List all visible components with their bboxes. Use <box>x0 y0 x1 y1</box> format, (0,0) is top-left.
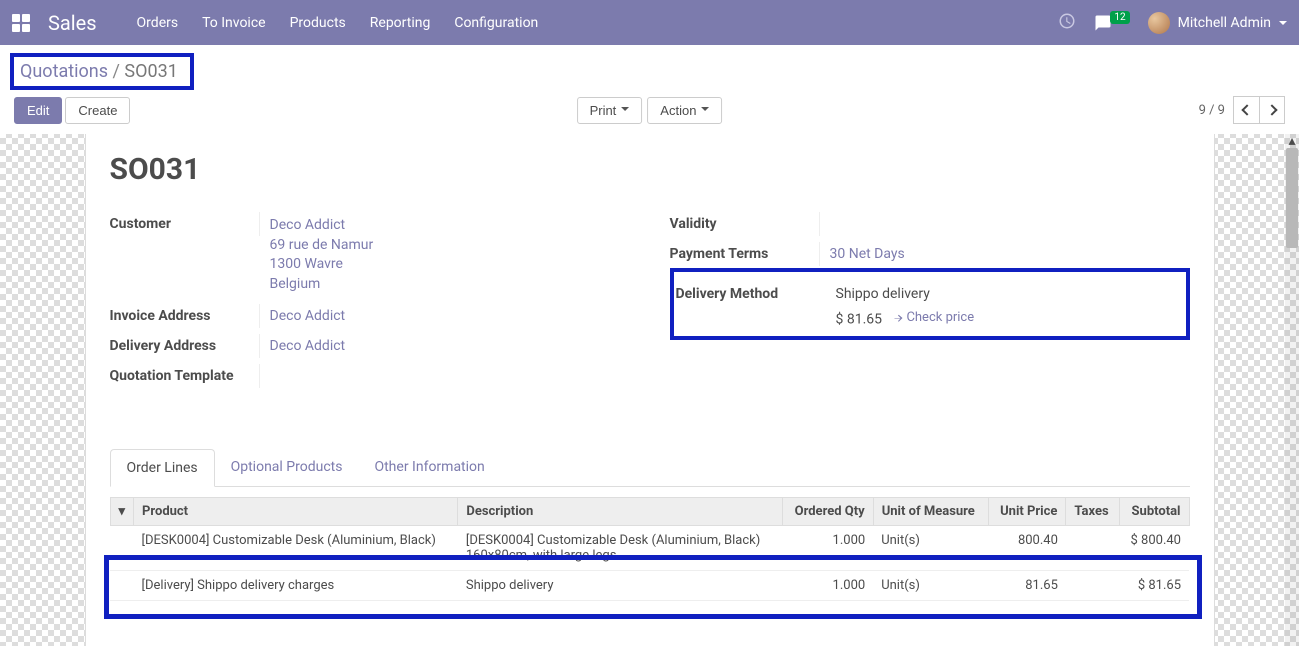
th-unit-price[interactable]: Unit Price <box>988 498 1066 526</box>
value-customer: Deco Addict 69 rue de Namur 1300 Wavre B… <box>260 212 630 298</box>
breadcrumb-highlight: Quotations / SO031 <box>10 53 194 90</box>
check-price-link[interactable]: Check price <box>892 310 974 325</box>
edit-button[interactable]: Edit <box>14 97 62 124</box>
top-navbar: Sales Orders To Invoice Products Reporti… <box>0 0 1299 45</box>
invoice-address-link[interactable]: Deco Addict <box>270 308 346 324</box>
label-delivery-address: Delivery Address <box>110 334 260 358</box>
tab-order-lines[interactable]: Order Lines <box>110 449 215 487</box>
label-validity: Validity <box>670 212 820 236</box>
label-delivery-method: Delivery Method <box>676 282 826 306</box>
label-quotation-template: Quotation Template <box>110 364 260 388</box>
caret-down-icon <box>621 107 629 115</box>
create-button[interactable]: Create <box>65 97 130 124</box>
tabs: Order Lines Optional Products Other Info… <box>110 449 1190 487</box>
scroll-thumb[interactable] <box>1286 148 1298 248</box>
app-brand[interactable]: Sales <box>48 11 97 35</box>
delivery-method-name: Shippo delivery <box>836 286 1174 302</box>
scroll-up-arrow[interactable]: ▴ <box>1285 134 1299 148</box>
value-validity <box>820 212 1190 220</box>
delivery-method-highlight: Delivery Method Shippo delivery $ 81.65 … <box>670 268 1190 340</box>
caret-down-icon <box>1279 21 1287 29</box>
value-quotation-template <box>260 364 630 372</box>
scrollbar[interactable]: ▴ <box>1285 134 1299 646</box>
label-payment-terms: Payment Terms <box>670 242 820 266</box>
delivery-method-price: $ 81.65 <box>836 312 883 328</box>
chevron-right-icon <box>1266 104 1277 115</box>
delivery-address-link[interactable]: Deco Addict <box>270 338 346 354</box>
payment-terms-link[interactable]: 30 Net Days <box>830 246 905 262</box>
arrow-right-icon <box>892 312 904 324</box>
avatar <box>1148 12 1170 34</box>
delivery-row-highlight <box>104 555 1202 619</box>
pager-text: 9 / 9 <box>1199 103 1225 118</box>
control-bar: Quotations / SO031 Edit Create Print Act… <box>0 45 1299 134</box>
pager-next-button[interactable] <box>1259 96 1285 124</box>
th-taxes[interactable]: Taxes <box>1066 498 1120 526</box>
nav-orders[interactable]: Orders <box>137 15 179 31</box>
breadcrumb: Quotations / SO031 <box>20 61 178 82</box>
clock-icon[interactable] <box>1058 12 1076 34</box>
chevron-left-icon <box>1241 104 1252 115</box>
record-title: SO031 <box>110 152 1190 187</box>
sheet-background: SO031 Customer Deco Addict 69 rue de Nam… <box>0 134 1299 646</box>
apps-icon[interactable] <box>12 14 30 32</box>
nav-reporting[interactable]: Reporting <box>370 15 431 31</box>
th-product[interactable]: Product <box>134 498 458 526</box>
chat-badge: 12 <box>1110 11 1129 24</box>
user-menu[interactable]: Mitchell Admin <box>1148 12 1287 34</box>
th-uom[interactable]: Unit of Measure <box>873 498 988 526</box>
th-ordered-qty[interactable]: Ordered Qty <box>782 498 873 526</box>
th-description[interactable]: Description <box>458 498 782 526</box>
nav-to-invoice[interactable]: To Invoice <box>202 15 266 31</box>
customer-name-link[interactable]: Deco Addict <box>270 216 620 236</box>
print-dropdown[interactable]: Print <box>577 97 643 124</box>
th-subtotal[interactable]: Subtotal <box>1119 498 1189 526</box>
label-customer: Customer <box>110 212 260 236</box>
tab-other-information[interactable]: Other Information <box>358 449 500 486</box>
breadcrumb-parent[interactable]: Quotations <box>20 61 108 82</box>
nav-configuration[interactable]: Configuration <box>454 15 538 31</box>
pager-prev-button[interactable] <box>1233 96 1259 124</box>
label-invoice-address: Invoice Address <box>110 304 260 328</box>
chat-icon[interactable]: 12 <box>1094 14 1129 32</box>
tab-optional-products[interactable]: Optional Products <box>215 449 359 486</box>
drag-handle-header: ▾ <box>110 498 134 526</box>
action-dropdown[interactable]: Action <box>647 97 722 124</box>
breadcrumb-current: SO031 <box>124 61 177 82</box>
user-name: Mitchell Admin <box>1178 15 1271 31</box>
caret-down-icon <box>701 107 709 115</box>
form-sheet: SO031 Customer Deco Addict 69 rue de Nam… <box>85 134 1215 646</box>
nav-products[interactable]: Products <box>290 15 346 31</box>
